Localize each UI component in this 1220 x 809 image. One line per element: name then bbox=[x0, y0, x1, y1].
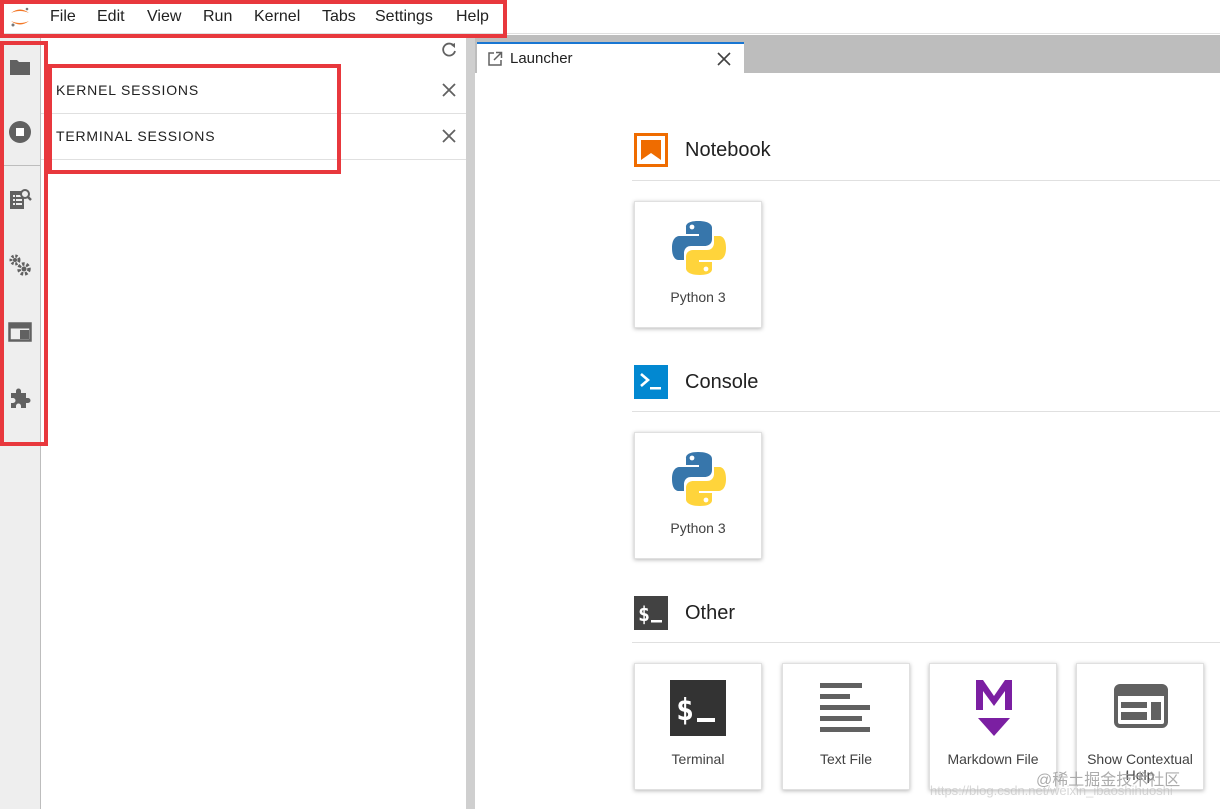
close-icon[interactable] bbox=[440, 81, 458, 99]
card-label: Python 3 bbox=[670, 520, 726, 536]
python-icon bbox=[672, 221, 726, 275]
console-icon bbox=[634, 365, 668, 399]
python-icon bbox=[672, 452, 726, 506]
activity-separator bbox=[0, 165, 41, 166]
markdown-icon bbox=[976, 680, 1012, 736]
svg-text:$: $ bbox=[638, 602, 650, 626]
menu-help[interactable]: Help bbox=[456, 8, 489, 26]
panel-splitter[interactable] bbox=[466, 35, 475, 809]
section-divider bbox=[632, 180, 1220, 181]
jupyterlab-window: File Edit View Run Kernel Tabs Settings … bbox=[0, 0, 1220, 809]
menu-view[interactable]: View bbox=[147, 8, 181, 26]
menubar: File Edit View Run Kernel Tabs Settings … bbox=[0, 0, 1220, 34]
running-sessions-panel: KERNEL SESSIONS TERMINAL SESSIONS bbox=[41, 35, 466, 809]
contextual-help-icon bbox=[1114, 684, 1168, 728]
refresh-icon[interactable] bbox=[440, 41, 458, 59]
text-file-card[interactable]: Text File bbox=[782, 663, 910, 790]
svg-text:$: $ bbox=[676, 693, 694, 728]
property-inspector-icon[interactable] bbox=[8, 187, 32, 211]
section-divider bbox=[632, 411, 1220, 412]
notebook-python3-card[interactable]: Python 3 bbox=[634, 201, 762, 328]
close-icon[interactable] bbox=[716, 51, 732, 67]
console-section-title: Console bbox=[685, 371, 759, 393]
folder-icon[interactable] bbox=[8, 55, 32, 79]
console-python3-card[interactable]: Python 3 bbox=[634, 432, 762, 559]
tab-launcher[interactable]: Launcher bbox=[477, 42, 744, 75]
extensions-puzzle-icon[interactable] bbox=[8, 386, 32, 410]
terminal-sessions-label: TERMINAL SESSIONS bbox=[56, 128, 216, 144]
tabs-list-icon[interactable] bbox=[8, 320, 32, 344]
notebook-section-title: Notebook bbox=[685, 139, 771, 161]
text-file-icon bbox=[820, 683, 870, 732]
watermark: @稀土掘金技术社区 bbox=[1036, 772, 1181, 789]
menu-file[interactable]: File bbox=[50, 8, 76, 26]
jupyter-logo-icon bbox=[11, 7, 29, 27]
card-label: Python 3 bbox=[670, 289, 726, 305]
tab-bar: Launcher bbox=[475, 35, 1220, 75]
notebook-icon bbox=[634, 133, 668, 167]
other-section-title: Other bbox=[685, 602, 736, 624]
kernel-sessions-label: KERNEL SESSIONS bbox=[56, 82, 199, 98]
menu-tabs[interactable]: Tabs bbox=[322, 8, 356, 26]
terminal-sessions-section[interactable]: TERMINAL SESSIONS bbox=[41, 114, 466, 160]
other-icon: $ bbox=[634, 596, 668, 630]
card-label: Terminal bbox=[671, 751, 725, 767]
settings-gears-icon[interactable] bbox=[8, 253, 32, 277]
close-icon[interactable] bbox=[440, 127, 458, 145]
terminal-card[interactable]: $ Terminal bbox=[634, 663, 762, 790]
menu-settings[interactable]: Settings bbox=[375, 8, 433, 26]
launcher-icon bbox=[488, 51, 503, 66]
kernel-sessions-section[interactable]: KERNEL SESSIONS bbox=[41, 68, 466, 114]
terminal-icon: $ bbox=[670, 680, 726, 736]
menu-kernel[interactable]: Kernel bbox=[254, 8, 300, 26]
main-dock-area: Launcher Notebook Python 3 Console Pytho… bbox=[475, 35, 1220, 809]
section-divider bbox=[632, 642, 1220, 643]
left-activity-bar bbox=[0, 35, 41, 809]
menu-run[interactable]: Run bbox=[203, 8, 232, 26]
tab-label: Launcher bbox=[510, 50, 573, 67]
running-sessions-icon[interactable] bbox=[8, 120, 32, 144]
card-label: Markdown File bbox=[947, 751, 1039, 767]
card-label: Text File bbox=[819, 751, 873, 767]
menu-edit[interactable]: Edit bbox=[97, 8, 125, 26]
